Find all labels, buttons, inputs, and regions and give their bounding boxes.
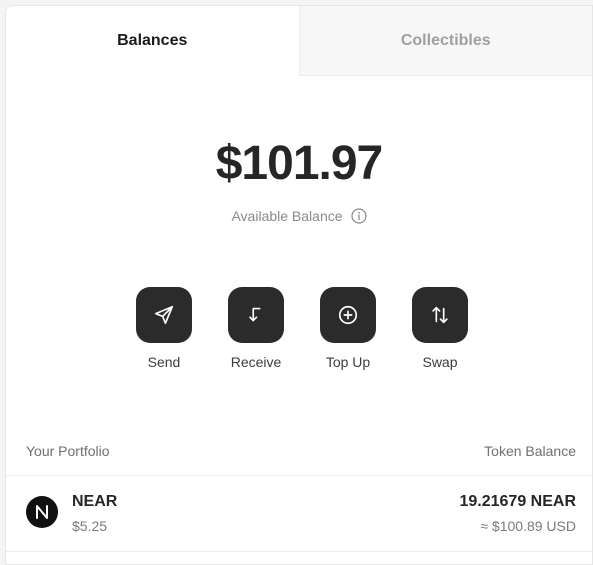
available-balance-label: Available Balance (231, 208, 343, 224)
token-usd-value: ≈ $100.89 USD (480, 518, 576, 534)
wallet-card: Balances Collectibles $101.97 Available … (5, 5, 593, 565)
token-price: $5.25 (72, 518, 108, 534)
swap-button[interactable]: Swap (400, 287, 480, 370)
send-button[interactable]: Send (124, 287, 204, 370)
swap-label: Swap (422, 354, 458, 370)
tab-balances-label: Balances (117, 32, 188, 49)
token-balance-heading: Token Balance (484, 443, 576, 459)
tab-balances[interactable]: Balances (6, 6, 299, 76)
token-symbol: NEAR (72, 493, 118, 510)
tab-bar: Balances Collectibles (6, 6, 592, 76)
token-amount: 19.21679 NEAR (459, 493, 576, 510)
top-up-button[interactable]: Top Up (308, 287, 388, 370)
plus-circle-icon (338, 305, 358, 325)
receive-label: Receive (230, 354, 282, 370)
send-button-tile[interactable] (136, 287, 192, 343)
portfolio-header: Your Portfolio Token Balance (26, 443, 576, 459)
bottom-divider (6, 551, 592, 552)
total-balance: $101.97 (215, 137, 384, 190)
swap-button-tile[interactable] (412, 287, 468, 343)
top-up-label: Top Up (325, 354, 371, 370)
receive-arrow-icon (249, 307, 261, 322)
tab-collectibles-label: Collectibles (400, 31, 491, 49)
send-label: Send (147, 354, 181, 370)
tab-collectibles[interactable]: Collectibles (298, 6, 592, 76)
send-icon (154, 305, 174, 325)
top-up-button-tile[interactable] (320, 287, 376, 343)
info-circle-icon[interactable] (350, 208, 367, 224)
balance-label-row: Available Balance (6, 208, 592, 224)
swap-arrows-icon (432, 306, 448, 324)
near-logo-icon (26, 496, 58, 528)
receive-button-tile[interactable] (228, 287, 284, 343)
your-portfolio-heading: Your Portfolio (26, 443, 110, 459)
token-row-near[interactable]: NEAR $5.25 19.21679 NEAR ≈ $100.89 USD (6, 476, 592, 551)
receive-button[interactable]: Receive (216, 287, 296, 370)
